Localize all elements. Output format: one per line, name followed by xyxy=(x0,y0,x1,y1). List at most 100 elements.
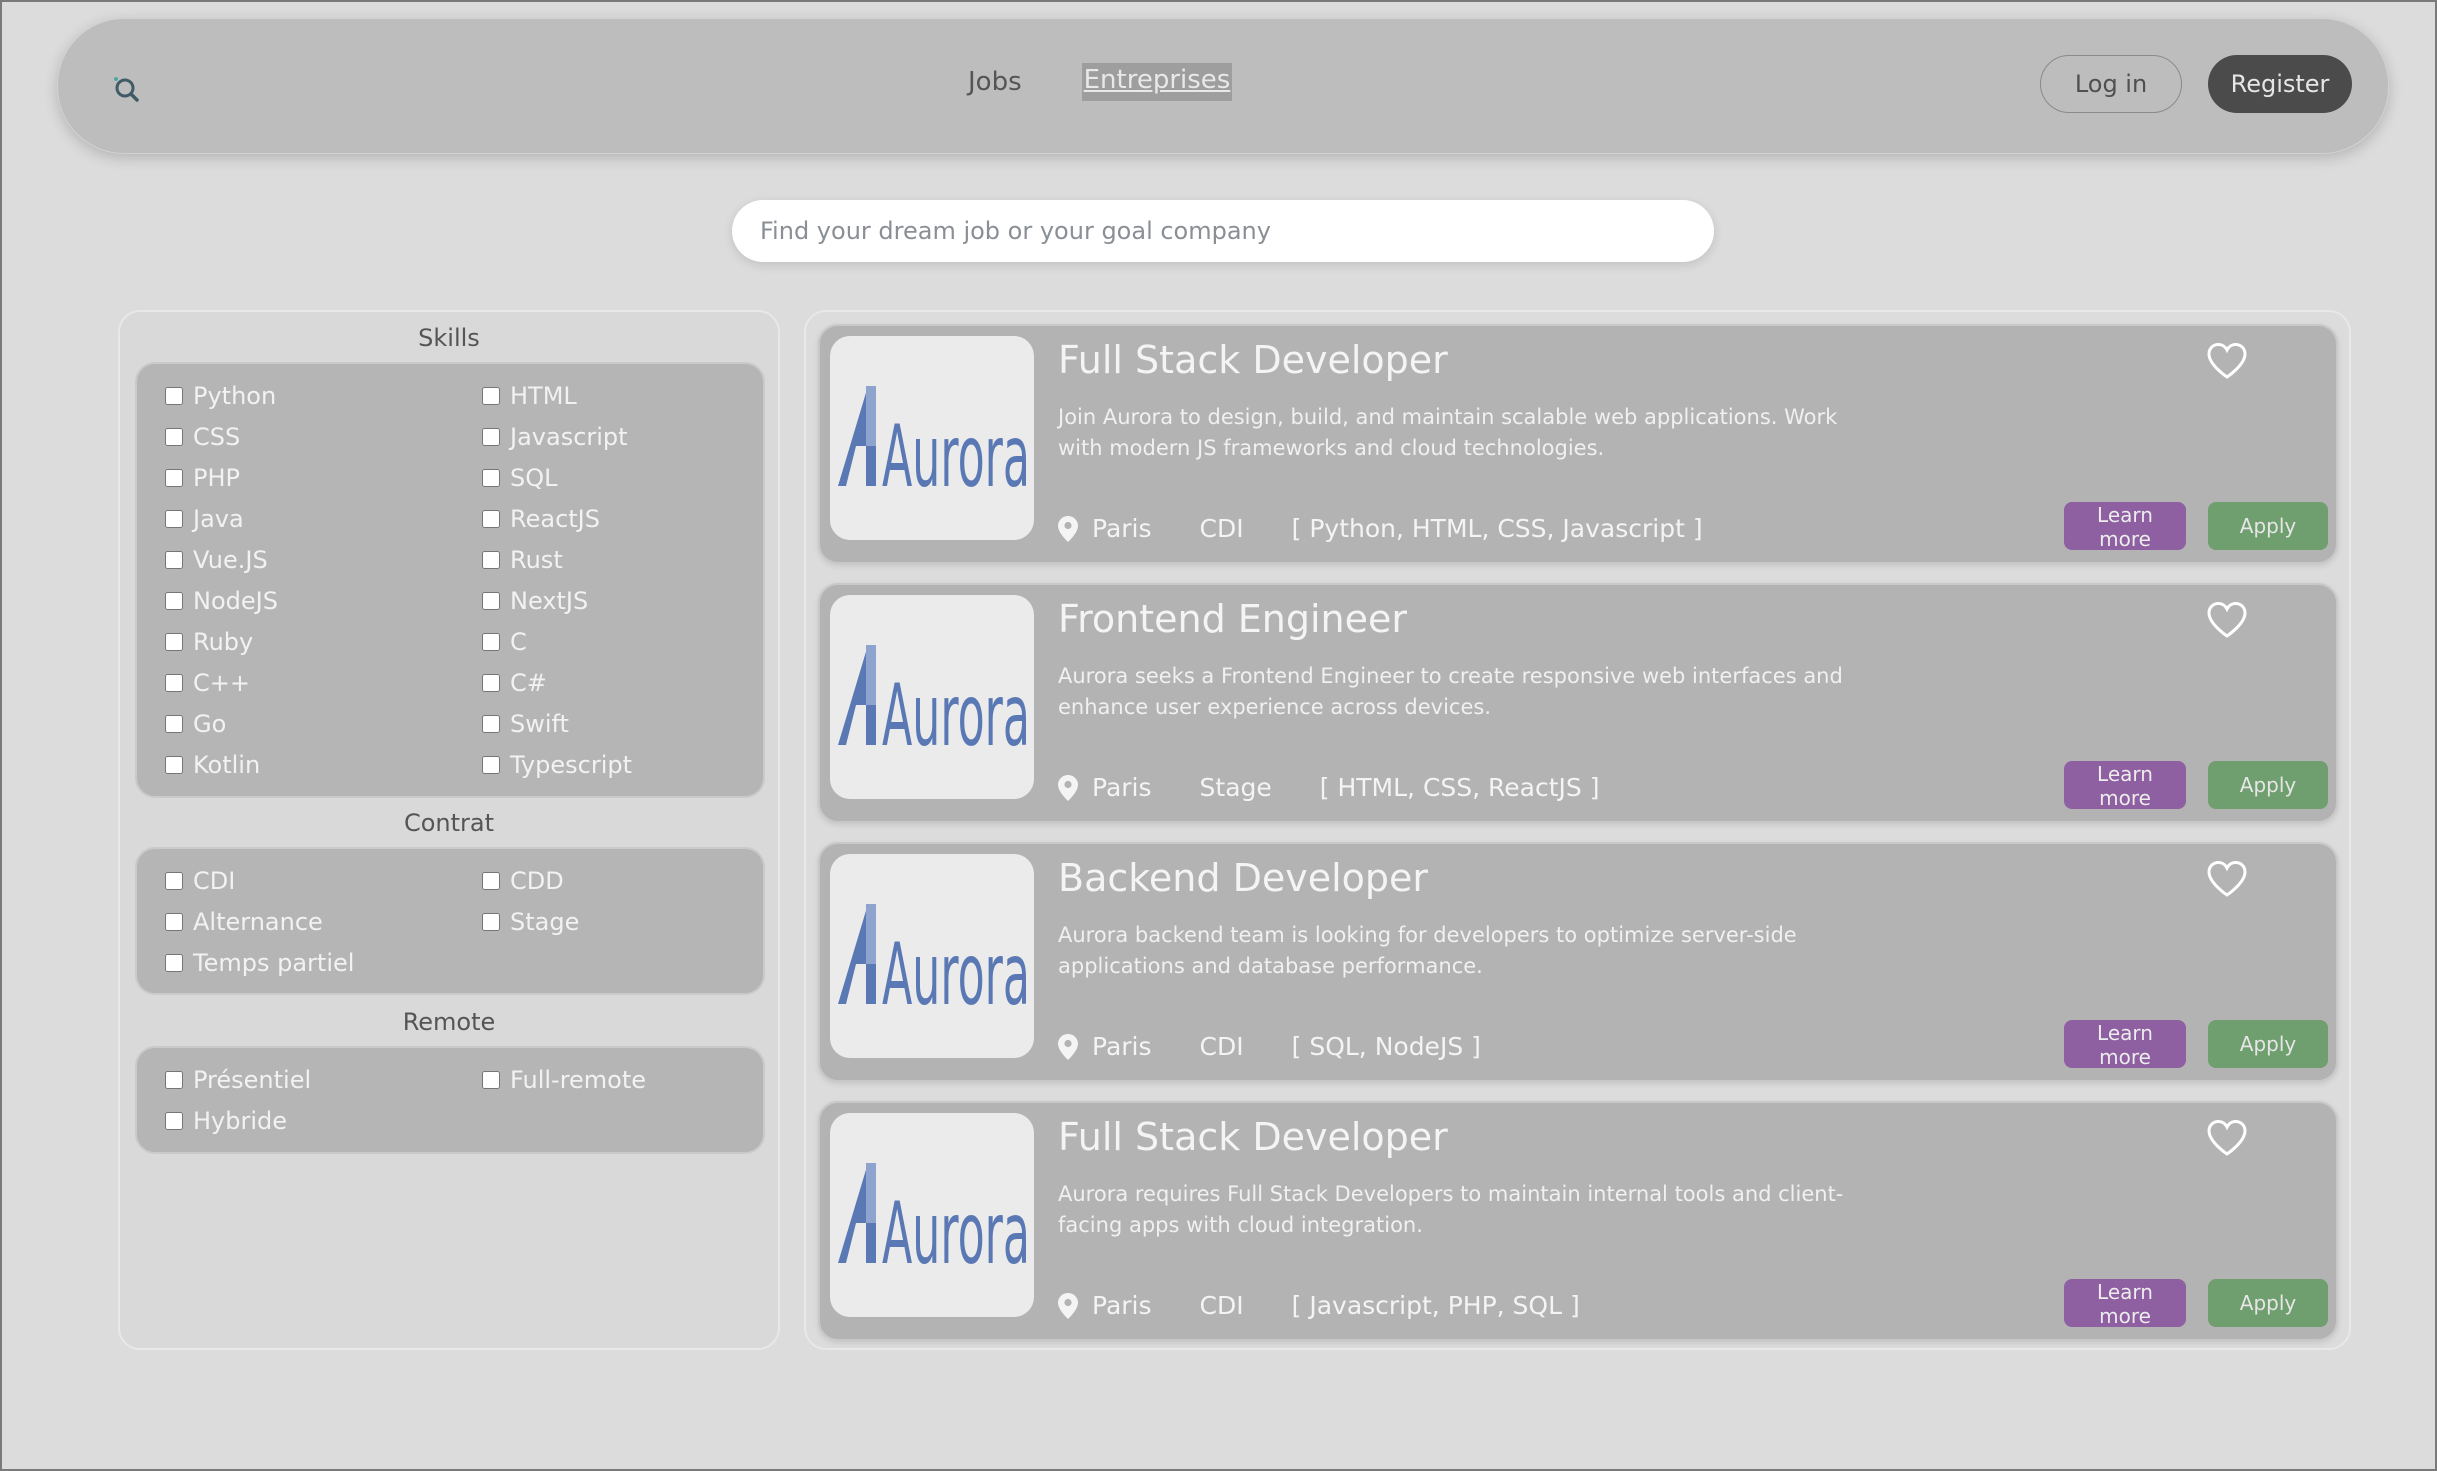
skill-checkbox[interactable] xyxy=(482,387,500,405)
skill-checkbox[interactable] xyxy=(482,592,500,610)
job-skills: [ SQL, NodeJS ] xyxy=(1291,1032,1481,1061)
job-title[interactable]: Backend Developer xyxy=(1058,856,1428,900)
skill-checkbox[interactable] xyxy=(165,715,183,733)
remote-checkbox[interactable] xyxy=(482,1071,500,1089)
skills-filter-title: Skills xyxy=(418,324,480,352)
nav-link-entreprises[interactable]: Entreprises xyxy=(1081,63,1233,101)
skill-option[interactable]: SQL xyxy=(482,464,558,492)
skill-checkbox[interactable] xyxy=(482,715,500,733)
contrat-checkbox[interactable] xyxy=(165,954,183,972)
skill-option[interactable]: NextJS xyxy=(482,587,588,615)
remote-option[interactable]: Présentiel xyxy=(165,1066,311,1094)
svg-text:Aurora: Aurora xyxy=(882,407,1030,507)
contrat-checkbox[interactable] xyxy=(165,872,183,890)
learn-more-button[interactable]: Learn more xyxy=(2064,761,2186,810)
apply-button[interactable]: Apply xyxy=(2208,1020,2328,1068)
login-button[interactable]: Log in xyxy=(2040,55,2182,113)
skill-option[interactable]: Vue.JS xyxy=(165,546,268,574)
svg-text:Aurora: Aurora xyxy=(882,1184,1030,1284)
search-logo-icon[interactable] xyxy=(106,69,146,109)
skill-checkbox[interactable] xyxy=(165,428,183,446)
apply-button[interactable]: Apply xyxy=(2208,502,2328,550)
skill-option[interactable]: C++ xyxy=(165,669,250,697)
company-logo: Aurora xyxy=(830,595,1034,799)
skill-checkbox[interactable] xyxy=(165,387,183,405)
learn-more-button[interactable]: Learn more xyxy=(2064,1020,2186,1069)
skill-option[interactable]: Java xyxy=(165,505,244,533)
skill-checkbox[interactable] xyxy=(482,633,500,651)
skill-option[interactable]: Javascript xyxy=(482,423,628,451)
skill-checkbox[interactable] xyxy=(165,633,183,651)
job-meta: Paris CDI [ Python, HTML, CSS, Javascrip… xyxy=(1058,514,1703,543)
skill-checkbox[interactable] xyxy=(165,510,183,528)
remote-checkbox[interactable] xyxy=(165,1071,183,1089)
learn-more-button[interactable]: Learn more xyxy=(2064,502,2186,551)
remote-filter-title: Remote xyxy=(402,1008,496,1036)
apply-button[interactable]: Apply xyxy=(2208,761,2328,809)
skill-option[interactable]: ReactJS xyxy=(482,505,600,533)
skill-checkbox[interactable] xyxy=(165,674,183,692)
skill-option[interactable]: Kotlin xyxy=(165,751,260,779)
skill-option[interactable]: PHP xyxy=(165,464,240,492)
search-input[interactable] xyxy=(732,200,1714,262)
contrat-option[interactable]: Alternance xyxy=(165,908,323,936)
skill-checkbox[interactable] xyxy=(482,428,500,446)
skill-checkbox[interactable] xyxy=(165,756,183,774)
job-list: Aurora Full Stack Developer Join Aurora … xyxy=(804,310,2351,1350)
job-description: Aurora requires Full Stack Developers to… xyxy=(1058,1182,1844,1237)
contrat-option[interactable]: CDD xyxy=(482,867,564,895)
heart-icon[interactable] xyxy=(2206,860,2248,898)
register-button[interactable]: Register xyxy=(2208,55,2352,113)
contrat-filter-title: Contrat xyxy=(403,809,495,837)
contrat-option[interactable]: Stage xyxy=(482,908,579,936)
skill-option[interactable]: Python xyxy=(165,382,276,410)
job-meta: Paris CDI [ Javascript, PHP, SQL ] xyxy=(1058,1291,1580,1320)
skill-option[interactable]: Swift xyxy=(482,710,569,738)
contrat-option[interactable]: Temps partiel xyxy=(165,949,354,977)
apply-button[interactable]: Apply xyxy=(2208,1279,2328,1327)
skill-option[interactable]: Rust xyxy=(482,546,563,574)
job-location: Paris xyxy=(1092,1291,1152,1320)
contrat-checkbox[interactable] xyxy=(165,913,183,931)
skill-checkbox[interactable] xyxy=(482,469,500,487)
contrat-option[interactable]: CDI xyxy=(165,867,235,895)
skill-checkbox[interactable] xyxy=(482,756,500,774)
skill-checkbox[interactable] xyxy=(482,510,500,528)
skill-option[interactable]: HTML xyxy=(482,382,577,410)
heart-icon[interactable] xyxy=(2206,342,2248,380)
remote-option[interactable]: Full-remote xyxy=(482,1066,646,1094)
skill-checkbox[interactable] xyxy=(165,592,183,610)
skill-option[interactable]: Typescript xyxy=(482,751,632,779)
learn-more-button[interactable]: Learn more xyxy=(2064,1279,2186,1328)
svg-text:Aurora: Aurora xyxy=(882,925,1030,1025)
nav-link-jobs[interactable]: Jobs xyxy=(968,63,1022,101)
heart-icon[interactable] xyxy=(2206,1119,2248,1157)
remote-option[interactable]: Hybride xyxy=(165,1107,287,1135)
skill-checkbox[interactable] xyxy=(482,674,500,692)
job-title[interactable]: Frontend Engineer xyxy=(1058,597,1407,641)
skill-checkbox[interactable] xyxy=(482,551,500,569)
heart-icon[interactable] xyxy=(2206,601,2248,639)
skill-option[interactable]: C xyxy=(482,628,527,656)
skill-option[interactable]: Go xyxy=(165,710,226,738)
job-title[interactable]: Full Stack Developer xyxy=(1058,338,1448,382)
job-title[interactable]: Full Stack Developer xyxy=(1058,1115,1448,1159)
skill-option[interactable]: C# xyxy=(482,669,547,697)
job-contract: CDI xyxy=(1199,1032,1244,1061)
skill-option[interactable]: NodeJS xyxy=(165,587,278,615)
job-skills: [ HTML, CSS, ReactJS ] xyxy=(1319,773,1600,802)
skill-checkbox[interactable] xyxy=(165,551,183,569)
job-description: Aurora backend team is looking for devel… xyxy=(1058,923,1797,978)
remote-checkbox[interactable] xyxy=(165,1112,183,1130)
skill-checkbox[interactable] xyxy=(165,469,183,487)
skill-option[interactable]: CSS xyxy=(165,423,240,451)
job-description: Join Aurora to design, build, and mainta… xyxy=(1058,405,1838,460)
job-description: Aurora seeks a Frontend Engineer to crea… xyxy=(1058,664,1843,719)
job-meta: Paris CDI [ SQL, NodeJS ] xyxy=(1058,1032,1481,1061)
map-pin-icon xyxy=(1058,515,1078,542)
skill-option[interactable]: Ruby xyxy=(165,628,253,656)
skills-filter-box: Python HTML CSS Javascript PHP SQL Java … xyxy=(135,362,765,798)
contrat-checkbox[interactable] xyxy=(482,913,500,931)
job-card: Aurora Frontend Engineer Aurora seeks a … xyxy=(818,583,2338,823)
contrat-checkbox[interactable] xyxy=(482,872,500,890)
